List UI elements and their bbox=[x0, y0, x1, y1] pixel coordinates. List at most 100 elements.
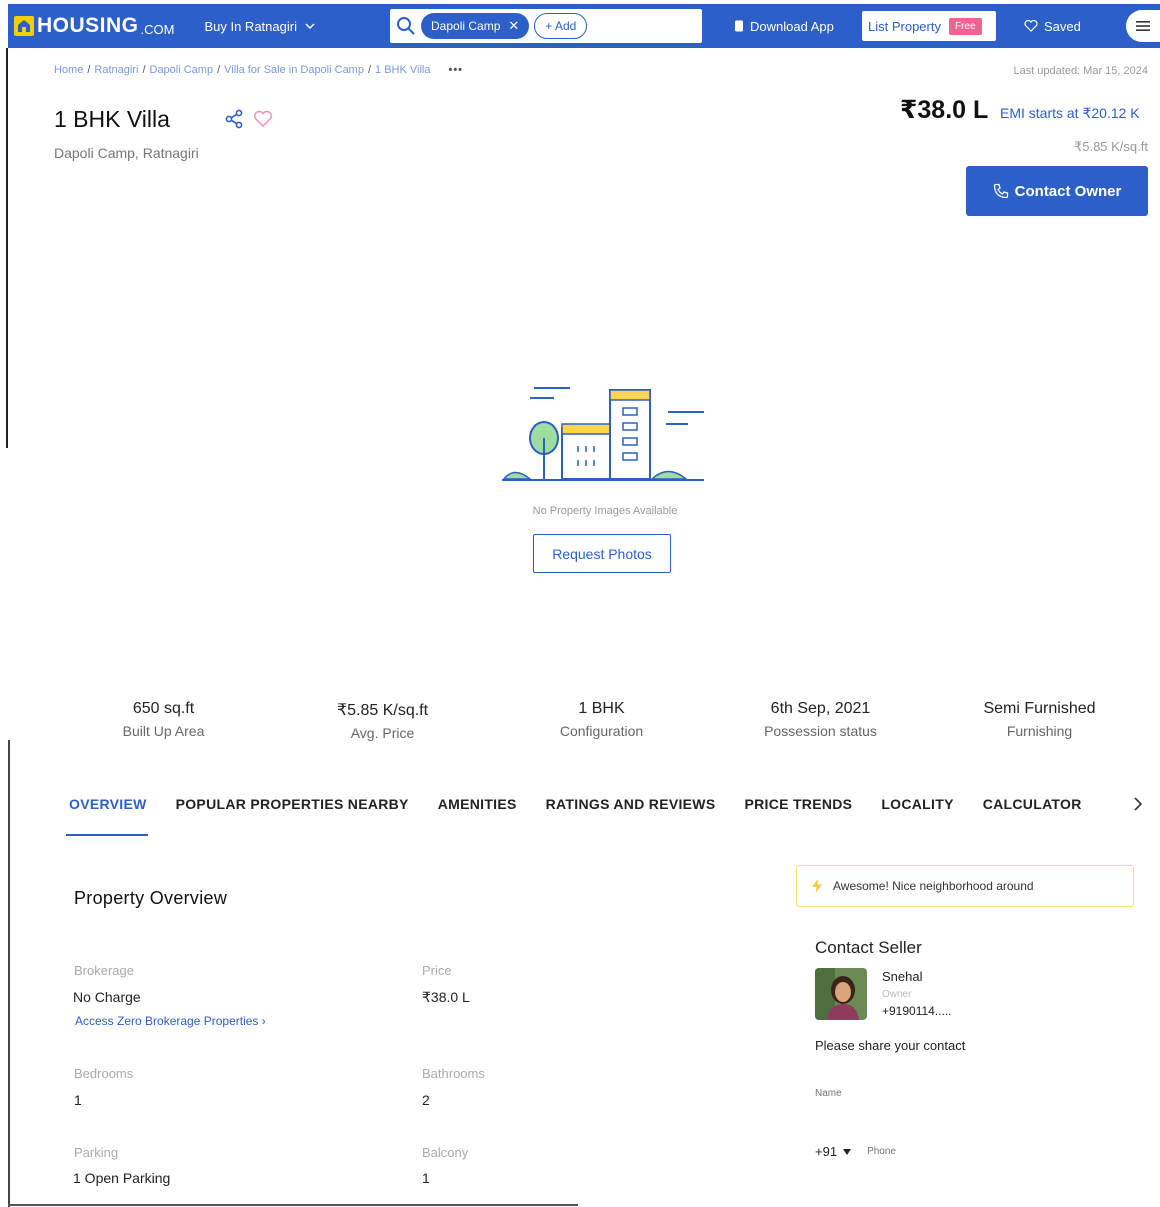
logo-text: HOUSING bbox=[37, 14, 139, 37]
tab-locality[interactable]: LOCALITY bbox=[881, 796, 953, 812]
balcony-label: Balcony bbox=[422, 1145, 469, 1160]
zero-brokerage-link[interactable]: Access Zero Brokerage Properties › bbox=[75, 1014, 266, 1028]
favorite-heart-icon[interactable] bbox=[253, 110, 273, 128]
brokerage-label: Brokerage bbox=[74, 963, 134, 978]
bedrooms-label: Bedrooms bbox=[74, 1066, 134, 1081]
bedrooms-value: 1 bbox=[74, 1092, 82, 1108]
price-value: ₹38.0 L bbox=[422, 989, 470, 1005]
breadcrumb-separator: / bbox=[87, 64, 91, 76]
last-updated: Last updated: Mar 15, 2024 bbox=[1013, 65, 1148, 77]
hamburger-icon bbox=[1136, 21, 1150, 31]
country-code[interactable]: +91 bbox=[815, 1144, 837, 1159]
download-app-link[interactable]: Download App bbox=[734, 4, 834, 48]
breadcrumb-item[interactable]: 1 BHK Villa bbox=[375, 64, 430, 76]
tab-overview[interactable]: OVERVIEW bbox=[69, 796, 147, 812]
neighborhood-text: Awesome! Nice neighborhood around bbox=[833, 879, 1034, 893]
logo-house-icon bbox=[14, 16, 34, 36]
section-title: Property Overview bbox=[74, 888, 228, 908]
search-bar[interactable]: Dapoli Camp ✕ + Add bbox=[390, 9, 702, 43]
breadcrumb-item[interactable]: Villa for Sale in Dapoli Camp bbox=[224, 64, 364, 76]
stat-avg-price: ₹5.85 K/sq.ft Avg. Price bbox=[273, 700, 492, 741]
stat-possession-status: 6th Sep, 2021 Possession status bbox=[711, 700, 930, 741]
breadcrumb-separator: / bbox=[142, 64, 146, 76]
close-icon[interactable]: ✕ bbox=[508, 18, 519, 34]
search-chip-locality[interactable]: Dapoli Camp ✕ bbox=[421, 13, 530, 39]
avatar bbox=[815, 968, 867, 1020]
search-icon[interactable] bbox=[396, 16, 416, 36]
caret-down-icon[interactable] bbox=[843, 1148, 852, 1155]
price-per-sqft: ₹5.85 K/sq.ft bbox=[1073, 139, 1148, 154]
breadcrumb-separator: / bbox=[367, 64, 372, 76]
stat-value: Semi Furnished bbox=[983, 700, 1096, 717]
bathrooms-value: 2 bbox=[422, 1092, 430, 1108]
stat-label: Avg. Price bbox=[350, 725, 415, 741]
brokerage-value: No Charge bbox=[73, 989, 141, 1005]
stat-value: 6th Sep, 2021 bbox=[770, 700, 871, 717]
tab-ratings-and-reviews[interactable]: RATINGS AND REVIEWS bbox=[546, 796, 716, 812]
share-icon[interactable] bbox=[224, 109, 244, 129]
tab-popular-properties-nearby[interactable]: POPULAR PROPERTIES NEARBY bbox=[176, 796, 409, 812]
logo-sub: .COM bbox=[140, 21, 175, 37]
hamburger-menu-button[interactable] bbox=[1126, 10, 1160, 42]
page-title: 1 BHK Villa bbox=[54, 106, 170, 132]
page-edge bbox=[8, 740, 10, 1207]
parking-label: Parking bbox=[74, 1145, 119, 1160]
page-edge bbox=[6, 48, 8, 448]
breadcrumb-item[interactable]: Ratnagiri bbox=[94, 64, 138, 76]
contact-owner-label: Contact Owner bbox=[1014, 182, 1122, 200]
stat-label: Possession status bbox=[764, 723, 877, 739]
bathrooms-label: Bathrooms bbox=[422, 1066, 485, 1081]
city-selector[interactable]: Buy In Ratnagiri bbox=[204, 19, 315, 34]
active-tab-indicator bbox=[66, 834, 148, 836]
breadcrumb-separator: / bbox=[217, 64, 221, 76]
phone-icon bbox=[735, 20, 743, 32]
property-location: Dapoli Camp, Ratnagiri bbox=[54, 145, 199, 161]
stat-label: Furnishing bbox=[1006, 723, 1073, 739]
property-price: ₹38.0 L bbox=[900, 96, 989, 124]
balcony-value: 1 bbox=[422, 1170, 430, 1186]
neighborhood-note: Awesome! Nice neighborhood around bbox=[796, 865, 1134, 907]
breadcrumb-more-button[interactable]: ••• bbox=[448, 64, 463, 76]
phone-field[interactable] bbox=[867, 1146, 1068, 1157]
free-badge: Free bbox=[948, 17, 982, 35]
parking-value: 1 Open Parking bbox=[73, 1170, 171, 1186]
saved-label: Saved bbox=[1044, 18, 1081, 34]
top-navbar: HOUSING .COM Buy In Ratnagiri Dapoli Cam… bbox=[8, 4, 1160, 48]
download-app-label: Download App bbox=[750, 18, 834, 34]
request-photos-button[interactable]: Request Photos bbox=[533, 534, 671, 573]
share-contact-text: Please share your contact bbox=[815, 1038, 966, 1053]
tab-price-trends[interactable]: PRICE TRENDS bbox=[744, 796, 852, 812]
saved-link[interactable]: Saved bbox=[1024, 4, 1081, 48]
heart-icon bbox=[1024, 20, 1038, 32]
housing-logo[interactable]: HOUSING .COM bbox=[14, 4, 174, 48]
breadcrumb-item[interactable]: Dapoli Camp bbox=[150, 64, 214, 76]
phone-input-row: +91 bbox=[815, 1144, 1068, 1159]
breadcrumb: Home / Ratnagiri / Dapoli Camp / Villa f… bbox=[54, 64, 463, 76]
list-property-button[interactable]: List Property Free bbox=[862, 11, 996, 41]
stat-value: 1 BHK bbox=[578, 700, 625, 717]
stat-label: Built Up Area bbox=[122, 723, 205, 739]
stat-value: ₹5.85 K/sq.ft bbox=[336, 702, 429, 719]
stat-configuration: 1 BHK Configuration bbox=[492, 700, 711, 741]
page-edge bbox=[8, 1204, 578, 1206]
breadcrumb-item[interactable]: Home bbox=[54, 64, 83, 76]
tab-calculator[interactable]: CALCULATOR bbox=[983, 796, 1082, 812]
no-images-illustration bbox=[502, 387, 704, 481]
stat-furnishing: Semi Furnished Furnishing bbox=[930, 700, 1149, 741]
stat-built-up-area: 650 sq.ft Built Up Area bbox=[54, 700, 273, 741]
key-stats: 650 sq.ft Built Up Area ₹5.85 K/sq.ft Av… bbox=[54, 700, 1150, 741]
stat-value: 650 sq.ft bbox=[132, 700, 195, 717]
seller-role: Owner bbox=[882, 989, 912, 1000]
tab-amenities[interactable]: AMENITIES bbox=[438, 796, 517, 812]
list-property-label: List Property bbox=[868, 18, 941, 34]
name-field[interactable] bbox=[815, 1078, 1145, 1108]
emi-link[interactable]: EMI starts at ₹20.12 K bbox=[1000, 105, 1140, 122]
no-images-text: No Property Images Available bbox=[532, 505, 678, 517]
chip-label: Dapoli Camp bbox=[431, 19, 501, 33]
chevron-right-icon[interactable] bbox=[1130, 794, 1146, 814]
city-label: Buy In Ratnagiri bbox=[204, 18, 297, 34]
stat-label: Configuration bbox=[559, 723, 644, 739]
section-tabs: OVERVIEW POPULAR PROPERTIES NEARBY AMENI… bbox=[69, 796, 1111, 812]
add-locality-button[interactable]: + Add bbox=[534, 13, 588, 39]
contact-owner-button[interactable]: Contact Owner bbox=[966, 166, 1148, 216]
